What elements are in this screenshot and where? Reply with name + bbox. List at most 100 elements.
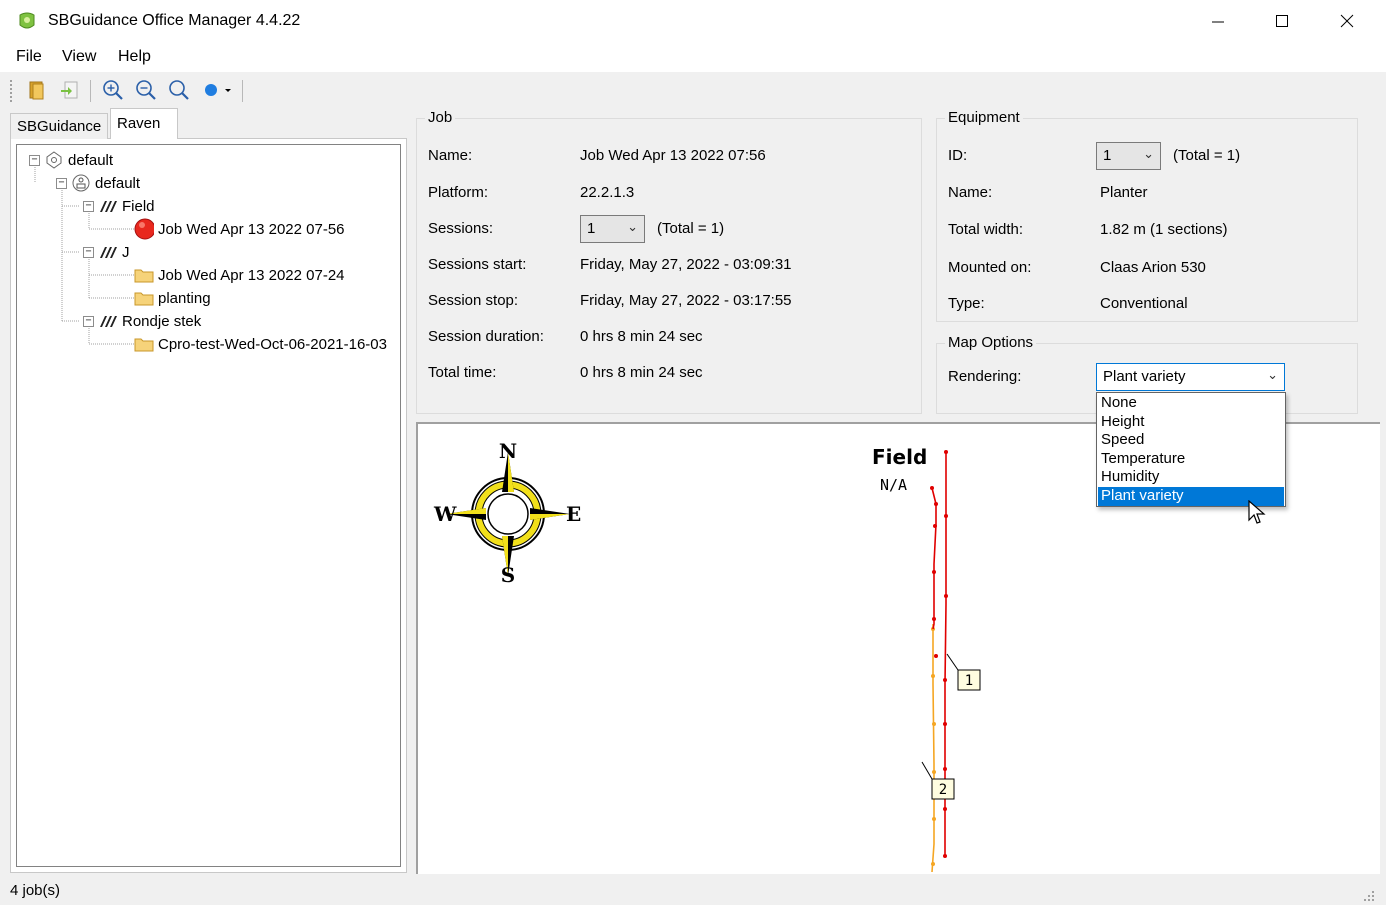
- rendering-option-humidity[interactable]: Humidity: [1098, 468, 1284, 487]
- mouse-cursor-icon: [1248, 500, 1266, 524]
- menu-bar: File View Help: [0, 42, 1386, 72]
- compass-east-label: E: [566, 502, 581, 526]
- tab-sbguidance[interactable]: SBGuidance: [10, 113, 108, 139]
- total-time-label: Total time:: [428, 364, 497, 381]
- menu-help[interactable]: Help: [118, 48, 151, 66]
- job-name-label: Name:: [428, 147, 473, 164]
- red-job-icon: [134, 218, 154, 240]
- field-icon: [98, 312, 118, 330]
- zoom-fit-button[interactable]: [166, 78, 192, 102]
- type-label: Type:: [948, 295, 985, 312]
- zoom-out-icon: [136, 80, 156, 100]
- tree-node-label: default: [68, 151, 114, 169]
- zoom-fit-icon: [169, 80, 189, 100]
- track-pass-1-a: [931, 487, 937, 630]
- tree-node-rondje-stek[interactable]: − Rondje stek: [83, 310, 201, 332]
- import-button[interactable]: [56, 78, 82, 102]
- compass-west-label: W: [433, 502, 457, 526]
- collapse-icon[interactable]: −: [56, 177, 67, 189]
- total-width-value: 1.82 m (1 sections): [1100, 221, 1228, 238]
- tree-node-default-root[interactable]: − default: [29, 149, 113, 171]
- close-button[interactable]: [1324, 0, 1370, 42]
- chevron-down-icon: ⌄: [627, 219, 638, 234]
- equipment-name-label: Name:: [948, 184, 993, 201]
- minimize-button[interactable]: [1195, 0, 1241, 42]
- map-options-group-title: Map Options: [945, 334, 1037, 351]
- session-duration-label: Session duration:: [428, 328, 544, 345]
- rendering-select-value: Plant variety: [1103, 368, 1186, 385]
- color-dot-dropdown-icon: [205, 84, 231, 96]
- maximize-icon: [1276, 15, 1288, 27]
- menu-view[interactable]: View: [62, 48, 96, 66]
- status-bar: 4 job(s): [0, 877, 1386, 905]
- track-pass-2: [931, 624, 935, 873]
- status-text: 4 job(s): [10, 882, 61, 899]
- field-title: Field: [872, 445, 927, 469]
- tree-node-label: J: [122, 243, 130, 261]
- zoom-out-button[interactable]: [133, 78, 159, 102]
- toolbar: [0, 72, 1386, 108]
- folder-icon: [134, 289, 154, 307]
- tree-node-label: Field: [122, 197, 155, 215]
- marker-2: 2: [939, 782, 947, 798]
- collapse-icon[interactable]: −: [83, 200, 94, 212]
- color-dropdown-button[interactable]: [200, 78, 236, 102]
- type-value: Conventional: [1100, 295, 1188, 312]
- tree-node-cpro-test[interactable]: Cpro-test-Wed-Oct-06-2021-16-03: [134, 333, 387, 355]
- import-icon: [61, 81, 78, 99]
- collapse-icon[interactable]: −: [83, 315, 94, 327]
- farm-node-icon: [71, 174, 91, 192]
- compass-south-label: S: [501, 563, 515, 587]
- session-stop-value: Friday, May 27, 2022 - 03:17:55: [580, 292, 792, 309]
- tab-raven[interactable]: Raven: [110, 108, 178, 139]
- total-width-label: Total width:: [948, 221, 1024, 238]
- tree-node-planting[interactable]: planting: [134, 287, 211, 309]
- marker-leader: [921, 761, 933, 780]
- equipment-id-select[interactable]: 1 ⌄: [1096, 142, 1161, 170]
- rendering-option-temperature[interactable]: Temperature: [1098, 450, 1284, 469]
- equipment-id-select-value: 1: [1103, 147, 1112, 164]
- job-group-title: Job: [425, 109, 456, 126]
- resize-grip-icon[interactable]: [1362, 889, 1376, 903]
- compass-north-label: N: [499, 439, 517, 463]
- open-folder-icon: [29, 81, 44, 100]
- app-icon: [18, 11, 36, 31]
- open-folder-button[interactable]: [24, 78, 50, 102]
- tree-node-label: Job Wed Apr 13 2022 07-56: [158, 220, 345, 238]
- tree-node-j[interactable]: − J: [83, 241, 130, 263]
- collapse-icon[interactable]: −: [83, 246, 94, 258]
- tree-node-default-farm[interactable]: − default: [56, 172, 140, 194]
- equipment-name-value: Planter: [1100, 184, 1148, 201]
- session-duration-value: 0 hrs 8 min 24 sec: [580, 328, 703, 345]
- tree-node-field[interactable]: − Field: [83, 195, 155, 217]
- rendering-select[interactable]: Plant variety ⌄: [1096, 363, 1285, 391]
- rendering-label: Rendering:: [948, 368, 1022, 385]
- equipment-group-title: Equipment: [945, 109, 1023, 126]
- title-bar: SBGuidance Office Manager 4.4.22: [0, 0, 1386, 42]
- total-time-value: 0 hrs 8 min 24 sec: [580, 364, 703, 381]
- sessions-label: Sessions:: [428, 220, 494, 237]
- folder-icon: [134, 335, 154, 353]
- toolbar-separator: [90, 80, 91, 102]
- marker-leader: [946, 653, 959, 671]
- rendering-option-speed[interactable]: Speed: [1098, 431, 1284, 450]
- job-tree[interactable]: − default − default − Field Job Wed Apr …: [16, 144, 401, 867]
- menu-file[interactable]: File: [16, 48, 42, 66]
- tree-node-job-0724[interactable]: Job Wed Apr 13 2022 07-24: [134, 264, 345, 286]
- tree-node-label: Job Wed Apr 13 2022 07-24: [158, 266, 345, 284]
- maximize-button[interactable]: [1259, 0, 1305, 42]
- cloud-node-icon: [44, 151, 64, 169]
- platform-value: 22.2.1.3: [580, 184, 635, 201]
- sessions-start-value: Friday, May 27, 2022 - 03:09:31: [580, 256, 792, 273]
- collapse-icon[interactable]: −: [29, 154, 40, 166]
- session-stop-label: Session stop:: [428, 292, 519, 309]
- rendering-option-height[interactable]: Height: [1098, 413, 1284, 432]
- toolbar-grip[interactable]: [10, 80, 13, 102]
- rendering-dropdown-list[interactable]: None Height Speed Temperature Humidity P…: [1096, 392, 1286, 507]
- chevron-down-icon: ⌄: [1143, 146, 1154, 161]
- tree-node-job-0756[interactable]: Job Wed Apr 13 2022 07-56: [134, 218, 345, 240]
- sessions-select[interactable]: 1 ⌄: [580, 215, 645, 243]
- rendering-option-none[interactable]: None: [1098, 394, 1284, 413]
- zoom-in-button[interactable]: [100, 78, 126, 102]
- minimize-icon: [1212, 21, 1224, 23]
